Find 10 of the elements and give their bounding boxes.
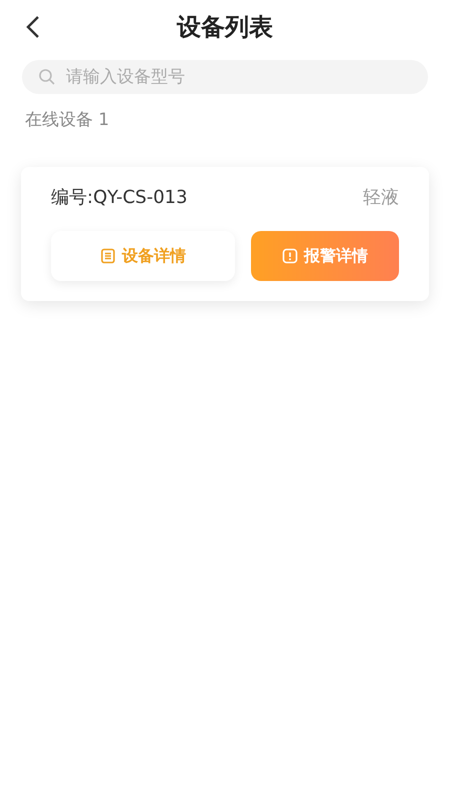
device-code: 编号:QY-CS-013 (51, 186, 188, 209)
alert-icon (282, 248, 298, 264)
device-details-button[interactable]: 设备详情 (51, 231, 235, 281)
document-icon (100, 248, 116, 264)
alarm-details-button[interactable]: 报警详情 (251, 231, 399, 281)
online-count: 在线设备 1 (25, 109, 110, 131)
device-type: 轻液 (363, 186, 399, 209)
page-title: 设备列表 (177, 12, 273, 43)
search-field[interactable]: 请输入设备型号 (22, 60, 428, 94)
search-icon (38, 68, 56, 86)
